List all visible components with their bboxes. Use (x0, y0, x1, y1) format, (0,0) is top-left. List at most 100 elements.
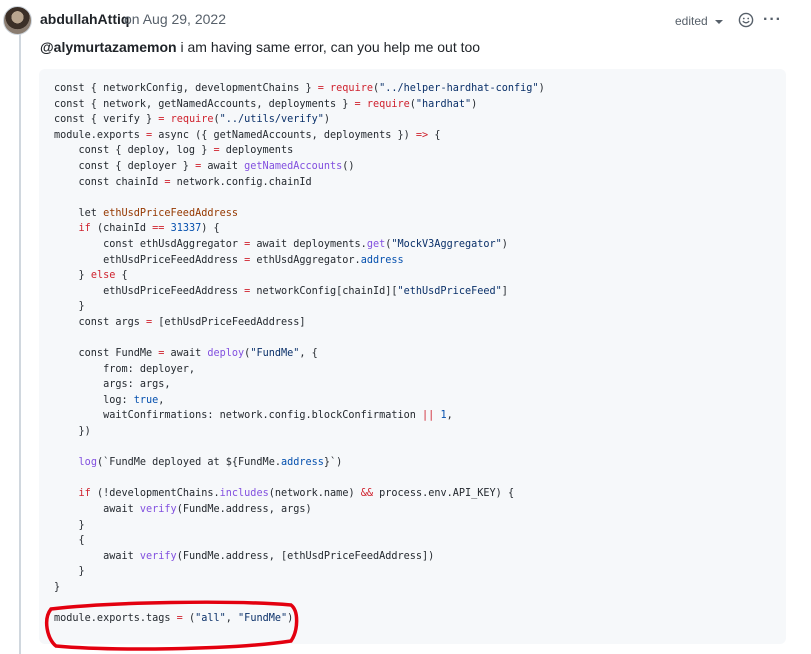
code-token: else (90, 270, 116, 282)
code-token: address (360, 254, 404, 266)
code-line: let ethUsdPriceFeedAddress (54, 208, 238, 219)
code-token: await (54, 550, 140, 562)
code-token: || (422, 410, 435, 422)
code-token: == (152, 223, 165, 235)
code-token: && (360, 488, 374, 500)
code-token: (network.name) (268, 488, 361, 500)
code-token: "../helper-hardhat-config" (379, 83, 539, 94)
code-token: (chainId (90, 223, 153, 235)
code-token: networkConfig[chainId][ (250, 285, 398, 297)
code-token: verify (139, 504, 177, 516)
comment-date[interactable]: on Aug 29, 2022 (124, 11, 226, 27)
chevron-down-icon (714, 19, 723, 24)
code-token: waitConfirmations: network.config.blockC… (54, 410, 423, 422)
code-token: (FundMe.address, [ethUsdPriceFeedAddress… (176, 550, 435, 562)
code-token: const { verify } (54, 114, 159, 126)
code-token: const { deployer } (54, 160, 196, 172)
comment-body: @alymurtazamemon i am having same error,… (40, 39, 480, 55)
code-token: deployments (219, 145, 294, 157)
code-token: if (78, 223, 91, 235)
smiley-icon[interactable] (738, 12, 754, 28)
code-line: } (54, 566, 85, 577)
user-mention-link[interactable]: @alymurtazamemon (40, 39, 177, 55)
code-token: async ({ getNamedAccounts, deployments }… (152, 129, 416, 141)
code-token: getNamedAccounts (244, 160, 343, 172)
code-line: const chainId = network.config.chainId (54, 177, 312, 188)
code-token: ) { (201, 223, 220, 235)
code-token: const ethUsdAggregator (54, 238, 245, 250)
code-line: } else { (54, 270, 128, 281)
code-token: () (342, 160, 355, 172)
code-line: waitConfirmations: network.config.blockC… (54, 410, 453, 421)
edited-label: edited (675, 14, 708, 28)
code-token: process.env.API_KEY) { (373, 488, 515, 500)
code-line: }) (54, 426, 91, 437)
code-line: } (54, 301, 85, 312)
code-token: module.exports (54, 129, 147, 141)
code-line: const { deployer } = await getNamedAccou… (54, 161, 355, 172)
code-token: get (366, 238, 386, 250)
edited-dropdown[interactable]: edited (675, 14, 723, 28)
code-token: await (201, 160, 245, 172)
comment-author[interactable]: abdullahAttiq (40, 11, 129, 27)
code-token: const chainId (54, 176, 165, 188)
code-token: if (78, 488, 91, 500)
code-token: ) (471, 98, 478, 110)
timeline-line (19, 34, 21, 654)
code-token: } (54, 566, 85, 578)
code-token: require (170, 114, 214, 126)
code-line: const FundMe = await deploy("FundMe", { (54, 348, 318, 359)
code-token: network.config.chainId (170, 176, 312, 188)
code-token: let (54, 207, 104, 219)
code-token: => (415, 129, 429, 141)
code-token: } (54, 582, 61, 593)
code-token: ) (538, 83, 545, 94)
kebab-menu-icon[interactable]: ··· (763, 11, 782, 29)
code-token: } (54, 519, 85, 531)
code-token: "hardhat" (415, 98, 472, 110)
code-token: "MockV3Aggregator" (391, 238, 502, 250)
code-token: ] (501, 285, 508, 297)
code-token: , (158, 394, 165, 406)
code-token: , { (299, 348, 318, 360)
code-token: deploy (207, 348, 245, 360)
code-token: ethUsdPriceFeedAddress (54, 254, 245, 266)
code-token: const { network, getNamedAccounts, deplo… (54, 98, 355, 110)
code-line: ethUsdPriceFeedAddress = networkConfig[c… (54, 286, 508, 297)
code-token: const { deploy, log } (54, 145, 214, 157)
code-token: "../utils/verify" (219, 114, 324, 126)
code-line: log(`FundMe deployed at ${FundMe.address… (54, 457, 343, 469)
code-token: await (164, 348, 208, 360)
code-token: { (54, 535, 85, 547)
code-line: log: true, (54, 395, 164, 406)
red-annotation-circle (44, 600, 299, 651)
code-line: } (54, 582, 60, 593)
code-line: const { networkConfig, developmentChains… (54, 83, 545, 94)
code-token: "ethUsdPriceFeed" (397, 285, 502, 297)
code-token: }`) (323, 457, 343, 469)
code-token: } (54, 301, 85, 313)
code-token: args: args, (54, 379, 171, 391)
code-line: module.exports = async ({ getNamedAccoun… (54, 130, 440, 141)
avatar[interactable] (3, 6, 32, 35)
code-token: log (78, 457, 97, 469)
code-token: ethUsdAggregator. (250, 254, 361, 266)
code-token: 31337 (170, 223, 202, 235)
code-line: } (54, 520, 85, 531)
code-token: address (280, 457, 324, 469)
code-line: const { verify } = require("../utils/ver… (54, 114, 330, 125)
code-token: }) (54, 426, 91, 438)
code-token: ) (501, 238, 508, 250)
code-token: const FundMe (54, 348, 159, 360)
code-line: const ethUsdAggregator = await deploymen… (54, 239, 508, 250)
code-token: , (446, 410, 453, 422)
code-token: verify (139, 550, 177, 562)
code-line: const { deploy, log } = deployments (54, 145, 294, 157)
code-token: (FundMe.address, args) (176, 504, 312, 516)
code-token: [ethUsdPriceFeedAddress] (152, 316, 306, 328)
code-line: ethUsdPriceFeedAddress = ethUsdAggregato… (54, 255, 404, 266)
code-line: await verify(FundMe.address, args) (54, 504, 312, 515)
code-token: ethUsdPriceFeedAddress (54, 285, 245, 297)
